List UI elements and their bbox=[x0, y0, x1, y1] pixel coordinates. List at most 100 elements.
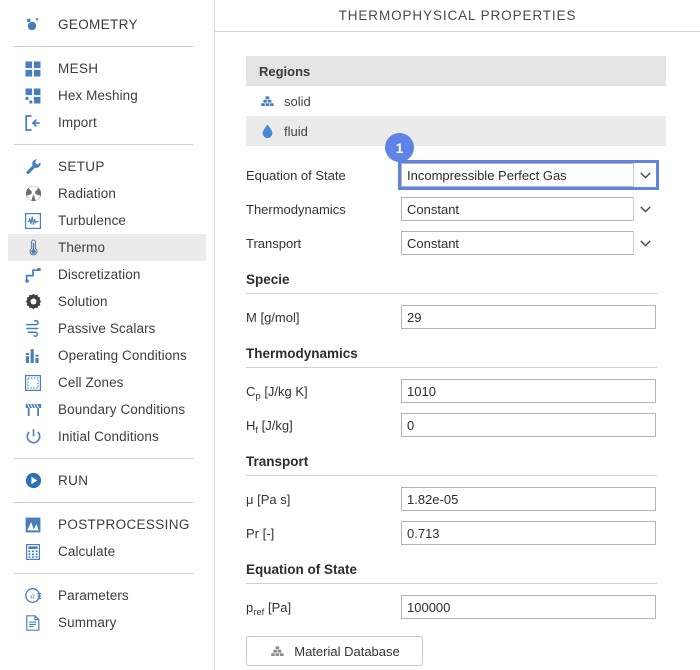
equation-of-state-select[interactable]: Incompressible Perfect Gas bbox=[398, 160, 659, 190]
field-subscript: p bbox=[255, 390, 261, 402]
radiation-icon bbox=[22, 183, 44, 205]
section-thermodynamics: Thermodynamics Cp [J/kg K] Hf [J/kg] bbox=[246, 346, 676, 442]
postprocessing-icon bbox=[22, 514, 44, 536]
sidebar-item-label: Cell Zones bbox=[58, 375, 124, 390]
sidebar-item-radiation[interactable]: Radiation bbox=[8, 180, 206, 207]
sidebar-item-boundary-conditions[interactable]: Boundary Conditions bbox=[8, 396, 206, 423]
material-database-button[interactable]: Material Database bbox=[246, 636, 423, 666]
select-value: Constant bbox=[401, 197, 656, 221]
regions-table: Regions solid fluid bbox=[246, 56, 666, 146]
sidebar-item-passive-scalars[interactable]: Passive Scalars bbox=[8, 315, 206, 342]
hex-meshing-icon bbox=[22, 85, 44, 107]
sidebar: GEOMETRY MESH Hex Meshing Import SETUP R… bbox=[0, 0, 215, 670]
sidebar-separator bbox=[14, 502, 193, 503]
field-unit: [-] bbox=[262, 525, 275, 541]
sidebar-item-run[interactable]: RUN bbox=[8, 467, 206, 494]
field-symbol: Pr bbox=[246, 525, 259, 541]
sidebar-item-import[interactable]: Import bbox=[8, 109, 206, 136]
sidebar-item-operating-conditions[interactable]: Operating Conditions bbox=[8, 342, 206, 369]
gear-icon bbox=[22, 291, 44, 313]
wrench-icon bbox=[22, 156, 44, 178]
sidebar-item-mesh[interactable]: MESH bbox=[8, 55, 206, 82]
field-symbol: M bbox=[246, 309, 257, 325]
molar-mass-input[interactable] bbox=[401, 305, 656, 329]
reference-pressure-input[interactable] bbox=[401, 595, 656, 619]
table-row[interactable]: fluid bbox=[246, 116, 666, 146]
sidebar-separator bbox=[14, 458, 193, 459]
passive-scalars-icon bbox=[22, 318, 44, 340]
section-title: Equation of State bbox=[246, 562, 357, 577]
sidebar-item-label: Initial Conditions bbox=[58, 429, 159, 444]
sidebar-item-label: Summary bbox=[58, 615, 117, 630]
form-row-viscosity: μ [Pa s] bbox=[246, 482, 676, 516]
form-row-thermodynamics-model: Thermodynamics Constant bbox=[246, 192, 676, 226]
sidebar-item-solution[interactable]: Solution bbox=[8, 288, 206, 315]
sidebar-item-turbulence[interactable]: Turbulence bbox=[8, 207, 206, 234]
sidebar-item-label: Import bbox=[58, 115, 97, 130]
sidebar-item-parameters[interactable]: a Parameters bbox=[8, 582, 206, 609]
sidebar-item-label: Thermo bbox=[58, 240, 106, 255]
chevron-down-icon[interactable] bbox=[633, 197, 656, 221]
field-symbol: C bbox=[246, 383, 256, 399]
sidebar-item-calculate[interactable]: Calculate bbox=[8, 538, 206, 565]
sidebar-item-label: GEOMETRY bbox=[58, 17, 138, 32]
field-label: M [g/mol] bbox=[246, 310, 401, 325]
field-symbol: μ bbox=[246, 491, 254, 507]
form-row-equation-of-state: Equation of State Incompressible Perfect… bbox=[246, 158, 676, 192]
field-label: μ [Pa s] bbox=[246, 492, 401, 507]
section-title: Thermodynamics bbox=[246, 346, 358, 361]
cell-zones-icon bbox=[22, 372, 44, 394]
field-label: Pr [-] bbox=[246, 526, 401, 541]
sidebar-item-cell-zones[interactable]: Cell Zones bbox=[8, 369, 206, 396]
field-symbol: H bbox=[246, 417, 256, 433]
sidebar-item-discretization[interactable]: Discretization bbox=[8, 261, 206, 288]
prandtl-input[interactable] bbox=[401, 521, 656, 545]
section-specie: Specie M [g/mol] bbox=[246, 272, 676, 334]
calculator-icon bbox=[22, 541, 44, 563]
panel-header: THERMOPHYSICAL PROPERTIES bbox=[215, 0, 700, 32]
sidebar-item-thermo[interactable]: Thermo bbox=[8, 234, 206, 261]
section-divider bbox=[246, 475, 657, 476]
bar-chart-icon bbox=[22, 345, 44, 367]
discretization-icon bbox=[22, 264, 44, 286]
thermodynamics-select[interactable]: Constant bbox=[401, 197, 656, 221]
sidebar-item-label: MESH bbox=[58, 61, 99, 76]
table-row[interactable]: solid bbox=[246, 86, 666, 116]
sidebar-item-label: Operating Conditions bbox=[58, 348, 187, 363]
select-value: Incompressible Perfect Gas bbox=[401, 163, 656, 187]
parameters-icon: a bbox=[22, 585, 44, 607]
field-unit: [g/mol] bbox=[260, 309, 300, 325]
mesh-icon bbox=[22, 58, 44, 80]
annotation-badge-1: 1 bbox=[385, 133, 414, 162]
section-divider bbox=[246, 367, 657, 368]
sidebar-item-setup[interactable]: SETUP bbox=[8, 153, 206, 180]
hf-input[interactable] bbox=[401, 413, 656, 437]
field-label: Hf [J/kg] bbox=[246, 417, 401, 436]
form-row-hf: Hf [J/kg] bbox=[246, 408, 676, 442]
chevron-down-icon[interactable] bbox=[633, 163, 656, 187]
sidebar-item-label: SETUP bbox=[58, 159, 105, 174]
sidebar-item-postprocessing[interactable]: POSTPROCESSING bbox=[8, 511, 206, 538]
cp-input[interactable] bbox=[401, 379, 656, 403]
field-unit: [J/kg] bbox=[261, 417, 293, 433]
sidebar-item-label: Solution bbox=[58, 294, 108, 309]
viscosity-input[interactable] bbox=[401, 487, 656, 511]
sidebar-separator bbox=[14, 573, 193, 574]
chevron-down-icon[interactable] bbox=[633, 231, 656, 255]
fluid-drop-icon bbox=[259, 123, 275, 139]
turbulence-icon bbox=[22, 210, 44, 232]
sidebar-item-label: Passive Scalars bbox=[58, 321, 156, 336]
sidebar-item-summary[interactable]: Summary bbox=[8, 609, 206, 636]
field-label: pref [Pa] bbox=[246, 600, 401, 618]
field-subscript: ref bbox=[253, 606, 265, 618]
page-title: THERMOPHYSICAL PROPERTIES bbox=[338, 8, 577, 23]
transport-select[interactable]: Constant bbox=[401, 231, 656, 255]
form-row-reference-pressure: pref [Pa] bbox=[246, 590, 676, 624]
field-label: Cp [J/kg K] bbox=[246, 383, 401, 402]
sidebar-item-initial-conditions[interactable]: Initial Conditions bbox=[8, 423, 206, 450]
form-row-molar-mass: M [g/mol] bbox=[246, 300, 676, 334]
sidebar-item-label: RUN bbox=[58, 473, 89, 488]
field-label: Transport bbox=[246, 235, 302, 251]
sidebar-item-hex-meshing[interactable]: Hex Meshing bbox=[8, 82, 206, 109]
sidebar-item-geometry[interactable]: GEOMETRY bbox=[8, 11, 206, 38]
